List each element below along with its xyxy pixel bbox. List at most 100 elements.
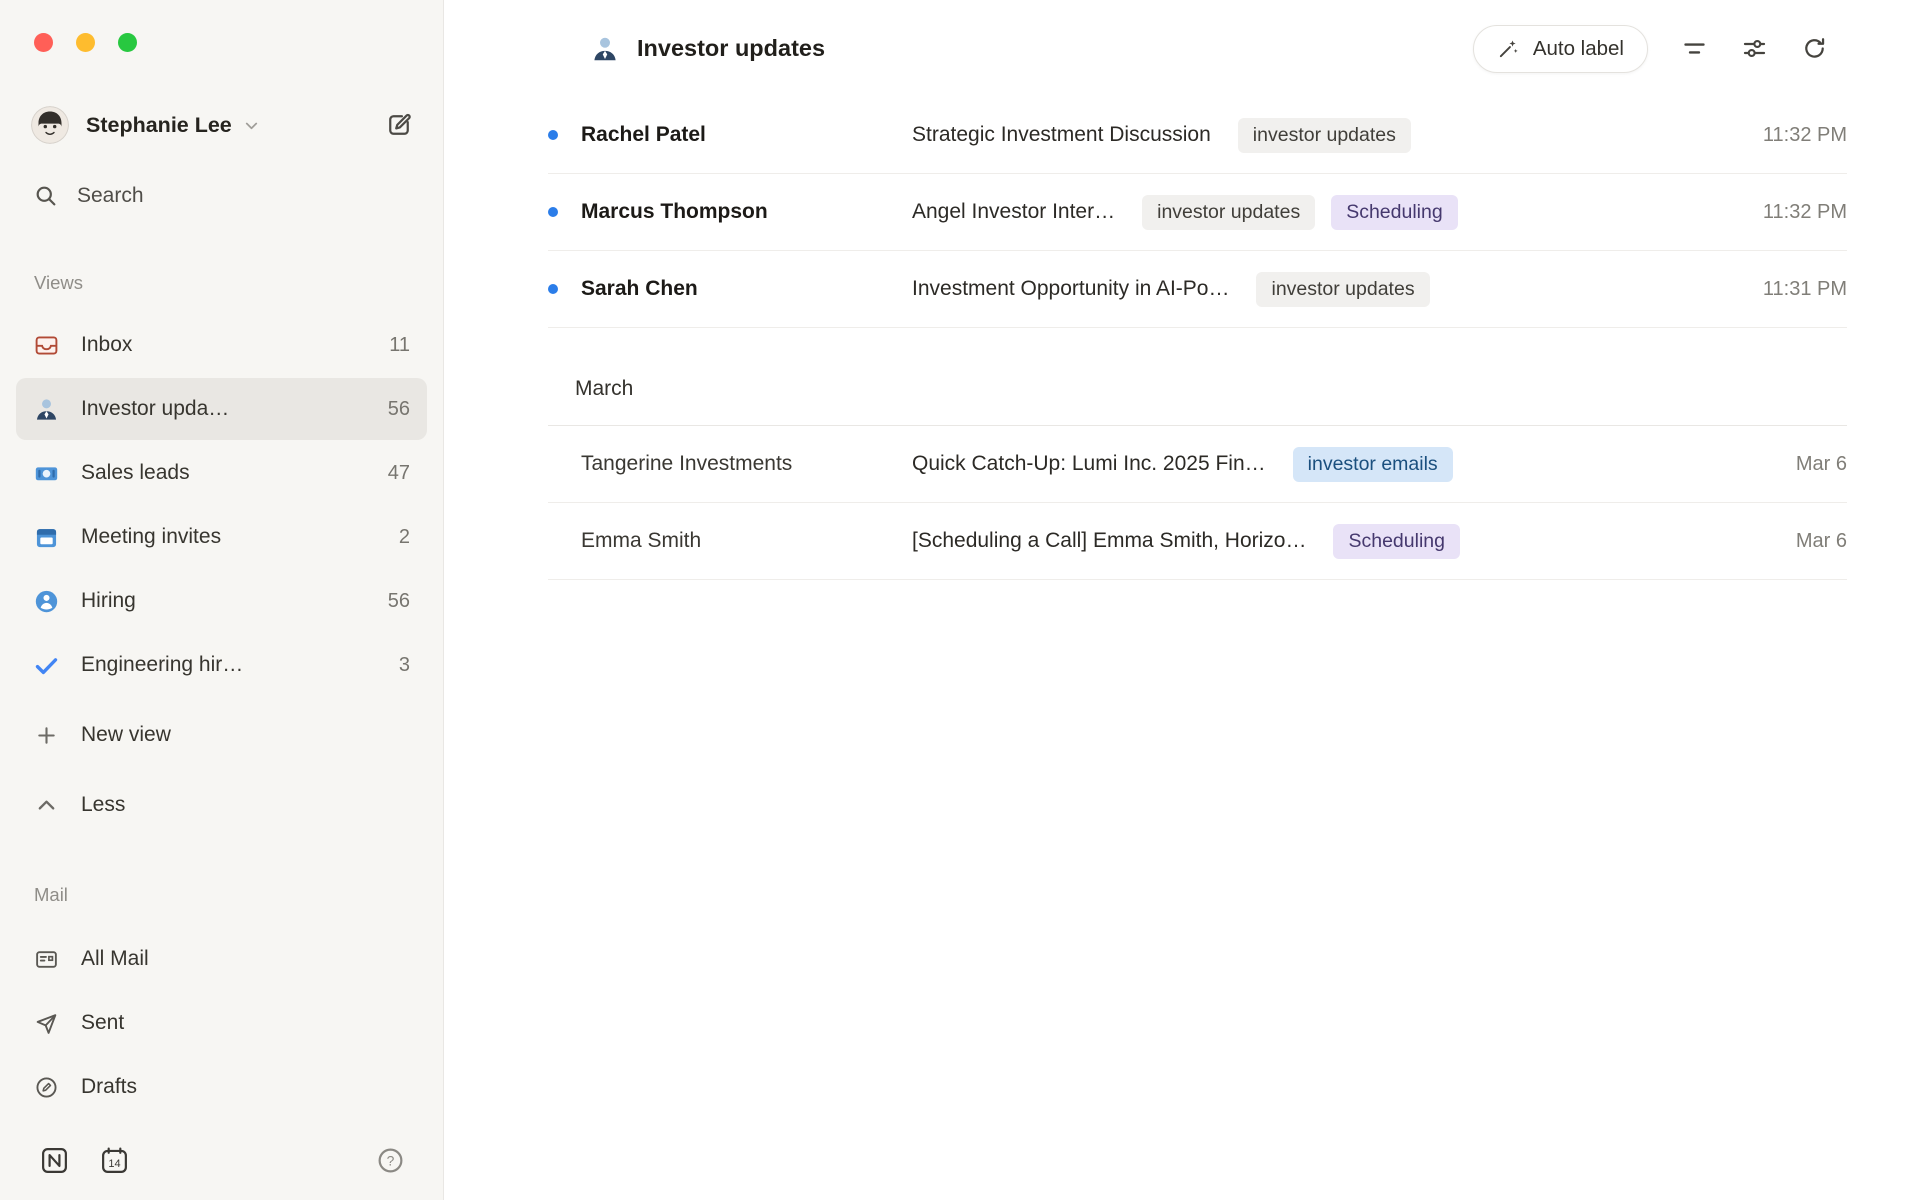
email-row[interactable]: Rachel Patel Strategic Investment Discus… — [548, 97, 1847, 174]
email-group-heading-label: March — [575, 377, 633, 401]
new-view-label: New view — [81, 723, 410, 747]
main-panel: Investor updates Auto label Rachel Patel… — [444, 0, 1920, 1200]
plus-icon — [33, 722, 60, 749]
auto-label-button[interactable]: Auto label — [1473, 25, 1648, 73]
email-row[interactable]: Emma Smith [Scheduling a Call] Emma Smit… — [548, 503, 1847, 580]
svg-text:14: 14 — [108, 1158, 120, 1170]
sidebar-item-engineering-hir[interactable]: Engineering hir… 3 — [16, 634, 427, 696]
refresh-icon[interactable] — [1801, 35, 1828, 62]
email-subject: Quick Catch-Up: Lumi Inc. 2025 Fin… — [912, 452, 1266, 476]
email-time: 11:32 PM — [1739, 124, 1847, 147]
sidebar-item-inbox[interactable]: Inbox 11 — [16, 314, 427, 376]
sent-icon — [33, 1010, 60, 1037]
email-time: Mar 6 — [1772, 453, 1847, 476]
search-button[interactable]: Search — [33, 183, 413, 208]
email-tag[interactable]: Scheduling — [1333, 524, 1460, 559]
email-tags: investor updates Scheduling — [1142, 195, 1458, 230]
email-sender: Emma Smith — [581, 529, 912, 553]
sidebar-item-label: Meeting invites — [81, 525, 387, 549]
email-time: Mar 6 — [1772, 530, 1847, 553]
new-view-button[interactable]: New view — [16, 704, 427, 766]
sidebar-item-sales-leads[interactable]: Sales leads 47 — [16, 442, 427, 504]
sidebar-item-hiring[interactable]: Hiring 56 — [16, 570, 427, 632]
views-list: Inbox 11 Investor upda… 56 Sales leads 4… — [0, 314, 443, 698]
email-row[interactable]: Marcus Thompson Angel Investor Inter… in… — [548, 174, 1847, 251]
email-tag[interactable]: investor updates — [1238, 118, 1411, 153]
avatar[interactable] — [31, 106, 69, 144]
sidebar-item-sent[interactable]: Sent — [16, 992, 427, 1054]
email-row[interactable]: Sarah Chen Investment Opportunity in AI-… — [548, 251, 1847, 328]
email-time: 11:31 PM — [1739, 278, 1847, 301]
help-button[interactable]: ? — [376, 1146, 405, 1175]
email-tag[interactable]: Scheduling — [1331, 195, 1458, 230]
email-sender: Marcus Thompson — [581, 200, 912, 224]
sidebar-item-label: Hiring — [81, 589, 376, 613]
account-name[interactable]: Stephanie Lee — [86, 113, 232, 138]
zoom-window-button[interactable] — [118, 33, 137, 52]
check-icon — [33, 652, 60, 679]
sidebar-item-all-mail[interactable]: All Mail — [16, 928, 427, 990]
email-tags: investor updates — [1238, 118, 1411, 153]
traffic-lights — [0, 0, 443, 52]
less-button[interactable]: Less — [16, 774, 427, 836]
email-tags: investor emails — [1293, 447, 1453, 482]
sales-icon — [33, 460, 60, 487]
close-window-button[interactable] — [34, 33, 53, 52]
sidebar-item-count: 11 — [377, 334, 410, 357]
email-sender: Tangerine Investments — [581, 452, 912, 476]
email-tags: Scheduling — [1333, 524, 1460, 559]
email-row[interactable]: Tangerine Investments Quick Catch-Up: Lu… — [548, 426, 1847, 503]
compose-button[interactable] — [385, 111, 413, 139]
sidebar-item-count: 56 — [376, 398, 410, 421]
sidebar-item-drafts[interactable]: Drafts — [16, 1056, 427, 1118]
search-icon — [33, 183, 58, 208]
email-tag[interactable]: investor updates — [1256, 272, 1429, 307]
sidebar-item-label: Engineering hir… — [81, 653, 387, 677]
sidebar-item-meeting-invites[interactable]: Meeting invites 2 — [16, 506, 427, 568]
investor-updates-icon — [590, 34, 620, 64]
email-group-heading: March — [548, 328, 1847, 426]
less-label: Less — [81, 793, 410, 817]
mail-section-label: Mail — [34, 884, 443, 906]
calendar-icon[interactable]: 14 — [99, 1145, 130, 1176]
auto-label-text: Auto label — [1533, 37, 1624, 61]
email-subject: Strategic Investment Discussion — [912, 123, 1211, 147]
main-header: Investor updates Auto label — [444, 0, 1920, 97]
search-label: Search — [77, 184, 144, 208]
sidebar-item-label: Investor upda… — [81, 397, 376, 421]
svg-text:?: ? — [387, 1153, 395, 1169]
email-tags: investor updates — [1256, 272, 1429, 307]
all-mail-icon — [33, 946, 60, 973]
sidebar-item-investor-upda[interactable]: Investor upda… 56 — [16, 378, 427, 440]
sidebar-item-label: Inbox — [81, 333, 377, 357]
filter-icon[interactable] — [1681, 35, 1708, 62]
sidebar-item-label: Sent — [81, 1011, 410, 1035]
sidebar: Stephanie Lee Search Views Inbox 11 Inve… — [0, 0, 444, 1200]
hiring-icon — [33, 588, 60, 615]
chevron-up-icon — [33, 792, 60, 819]
minimize-window-button[interactable] — [76, 33, 95, 52]
auto-label-icon — [1497, 37, 1520, 60]
app-window: Stephanie Lee Search Views Inbox 11 Inve… — [0, 0, 1920, 1200]
investor-icon — [33, 396, 60, 423]
drafts-icon — [33, 1074, 60, 1101]
email-sender: Sarah Chen — [581, 277, 912, 301]
sidebar-item-count: 3 — [387, 654, 410, 677]
email-tag[interactable]: investor updates — [1142, 195, 1315, 230]
unread-dot — [548, 207, 558, 217]
sidebar-item-label: Drafts — [81, 1075, 410, 1099]
email-sender: Rachel Patel — [581, 123, 912, 147]
notion-icon[interactable] — [39, 1145, 70, 1176]
meeting-icon — [33, 524, 60, 551]
chevron-down-icon[interactable] — [242, 116, 261, 135]
display-settings-icon[interactable] — [1741, 35, 1768, 62]
email-subject: Angel Investor Inter… — [912, 200, 1115, 224]
email-tag[interactable]: investor emails — [1293, 447, 1453, 482]
sidebar-item-count: 47 — [376, 462, 410, 485]
sidebar-item-count: 2 — [387, 526, 410, 549]
unread-dot — [548, 130, 558, 140]
sidebar-footer: 14 ? — [0, 1145, 443, 1200]
inbox-icon — [33, 332, 60, 359]
page-title: Investor updates — [637, 35, 825, 62]
email-subject: [Scheduling a Call] Emma Smith, Horizo… — [912, 529, 1306, 553]
